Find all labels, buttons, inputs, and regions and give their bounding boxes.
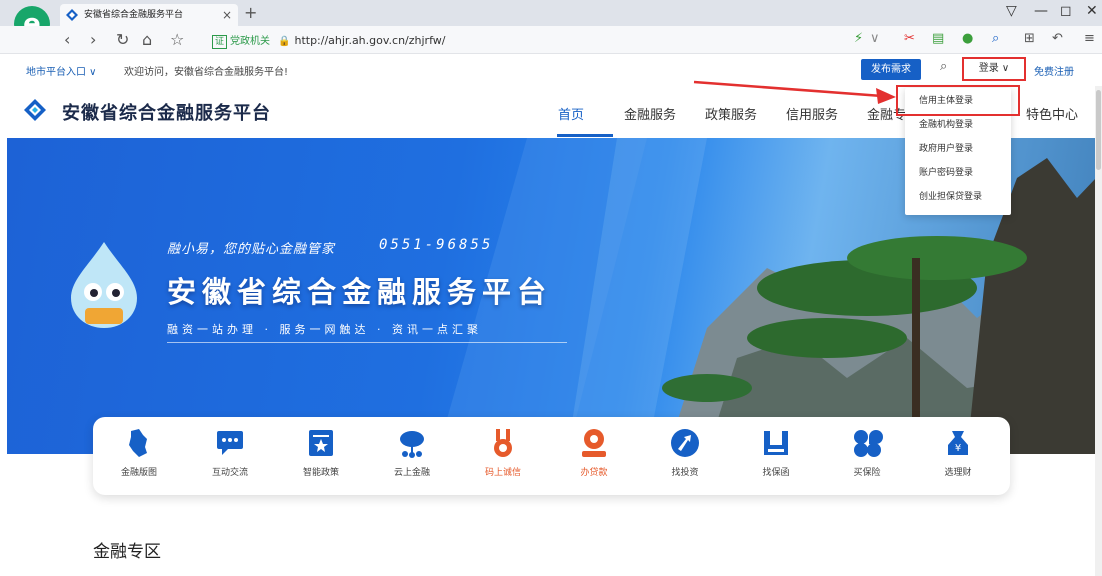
extension-icon[interactable]: ● xyxy=(962,31,973,46)
url-field[interactable]: 证党政机关 🔒 http://ahjr.ah.gov.cn/zhjrfw/ xyxy=(212,31,852,50)
service-strip: 金融版图 互动交流 智能政策 云上金融 码上诚信 办贷款 找投资 找保函 买保险 ¥ 选理财 xyxy=(93,417,1010,495)
wealth-icon: ¥ xyxy=(948,431,968,455)
service-policy[interactable]: 智能政策 xyxy=(281,427,361,478)
register-link[interactable]: 免费注册 xyxy=(1034,63,1074,78)
svg-text:¥: ¥ xyxy=(955,443,961,454)
new-tab-button[interactable]: + xyxy=(244,3,257,22)
service-label: 买保险 xyxy=(853,468,881,478)
translate-icon[interactable]: ▤ xyxy=(932,31,944,46)
chat-icon xyxy=(217,431,243,455)
publish-demand-button[interactable]: 发布需求 xyxy=(861,59,921,80)
service-cloud[interactable]: 云上金融 xyxy=(372,427,452,478)
site-name[interactable]: 安徽省综合金融服务平台 xyxy=(62,99,271,125)
forward-icon[interactable]: › xyxy=(90,30,96,49)
home-icon[interactable]: ⌂ xyxy=(142,30,152,49)
menu-financial-institution-login[interactable]: 金融机构登录 xyxy=(905,114,1011,136)
invest-icon xyxy=(671,429,699,457)
site-topbar: 地市平台入口 ∨ 欢迎访问，安徽省综合金融服务平台! 发布需求 ⌕ 登录 ∨ 免… xyxy=(0,54,1102,86)
menu-startup-loan-login[interactable]: 创业担保贷登录 xyxy=(905,186,1011,208)
service-map[interactable]: 金融版图 xyxy=(99,427,179,478)
back-icon[interactable]: ‹ xyxy=(64,30,70,49)
gov-badge-icon: 证 xyxy=(212,35,228,49)
policy-icon xyxy=(309,430,333,456)
service-label: 找保函 xyxy=(762,468,790,478)
site-logo-icon xyxy=(24,99,46,121)
gov-label: 党政机关 xyxy=(230,36,271,47)
cloud-icon xyxy=(400,431,424,458)
banner-subtitle: 融资一站办理 · 服务一网触达 · 资讯一点汇聚 xyxy=(167,323,482,336)
section-title: 金融专区 xyxy=(93,542,161,562)
service-label: 选理财 xyxy=(944,468,972,478)
lock-icon: 🔒 xyxy=(278,36,291,47)
browser-tab[interactable]: 安徽省综合金融服务平台 × xyxy=(60,4,238,26)
service-label: 找投资 xyxy=(671,468,699,478)
banner-divider xyxy=(167,342,567,343)
restore-icon[interactable]: ◻ xyxy=(1060,3,1072,19)
site-search-icon[interactable]: ⌕ xyxy=(940,59,947,74)
service-label: 云上金融 xyxy=(393,468,430,478)
search-icon[interactable]: ⌕ xyxy=(992,31,999,46)
tab-title: 安徽省综合金融服务平台 xyxy=(84,10,184,20)
menu-icon[interactable]: ≡ xyxy=(1084,31,1095,46)
map-icon xyxy=(129,429,147,457)
guarantee-icon xyxy=(764,431,788,455)
menu-government-user-login[interactable]: 政府用户登录 xyxy=(905,138,1011,160)
menu-password-login[interactable]: 账户密码登录 xyxy=(905,162,1011,184)
site-favicon-icon xyxy=(66,9,78,21)
service-guarantee[interactable]: 找保函 xyxy=(736,427,816,478)
annotation-arrow xyxy=(693,80,896,104)
lightning-icon[interactable]: ⚡ xyxy=(854,31,863,46)
service-label: 码上诚信 xyxy=(484,468,521,478)
nav-finance-services[interactable]: 金融服务 xyxy=(624,104,676,123)
service-label: 智能政策 xyxy=(302,468,339,478)
nav-feature-center[interactable]: 特色中心 xyxy=(1026,104,1078,123)
tab-close-icon[interactable]: × xyxy=(222,4,232,26)
undo-icon[interactable]: ↶ xyxy=(1052,31,1063,46)
chevron-down-icon[interactable]: ∨ xyxy=(870,31,880,46)
nav-home[interactable]: 首页 xyxy=(558,104,584,123)
service-invest[interactable]: 找投资 xyxy=(645,427,725,478)
welcome-text: 欢迎访问，安徽省综合金融服务平台! xyxy=(124,67,289,78)
loan-icon xyxy=(582,429,606,457)
scrollbar-thumb[interactable] xyxy=(1096,90,1101,170)
nav-active-indicator xyxy=(557,134,613,137)
apps-grid-icon[interactable]: ⊞ xyxy=(1024,31,1035,46)
service-loan[interactable]: 办贷款 xyxy=(554,427,634,478)
city-platform-link[interactable]: 地市平台入口 ∨ xyxy=(26,63,97,78)
service-medal[interactable]: 码上诚信 xyxy=(463,427,543,478)
service-wealth[interactable]: ¥ 选理财 xyxy=(918,427,998,478)
banner-title: 安徽省综合金融服务平台 xyxy=(167,275,553,309)
favorite-star-icon[interactable]: ☆ xyxy=(170,30,184,49)
shield-icon[interactable]: ▽ xyxy=(1006,3,1017,19)
service-label: 金融版图 xyxy=(120,468,157,478)
service-label: 办贷款 xyxy=(580,468,608,478)
banner-slogan: 融小易，您的贴心金融管家 xyxy=(167,242,336,257)
service-insurance[interactable]: 买保险 xyxy=(827,427,907,478)
medal-icon xyxy=(494,429,512,457)
service-chat[interactable]: 互动交流 xyxy=(190,427,270,478)
close-window-icon[interactable]: ✕ xyxy=(1086,3,1098,19)
address-bar: ‹ › ↻ ⌂ ☆ 证党政机关 🔒 http://ahjr.ah.gov.cn/zh… xyxy=(0,26,1102,54)
scissors-icon[interactable]: ✂ xyxy=(904,31,915,46)
refresh-icon[interactable]: ↻ xyxy=(116,30,129,49)
url-text: http://ahjr.ah.gov.cn/zhjrfw/ xyxy=(294,34,446,47)
mascot-droplet-icon xyxy=(71,242,137,328)
service-label: 互动交流 xyxy=(211,468,248,478)
banner-hotline: 0551-96855 xyxy=(379,237,494,253)
highlight-box xyxy=(896,85,1020,116)
insurance-icon xyxy=(854,430,883,457)
minimize-icon[interactable]: — xyxy=(1034,3,1048,19)
login-button[interactable]: 登录 ∨ xyxy=(962,57,1026,81)
browser-tab-bar: 安徽省综合金融服务平台 × + ▽ — ◻ ✕ xyxy=(0,0,1102,26)
